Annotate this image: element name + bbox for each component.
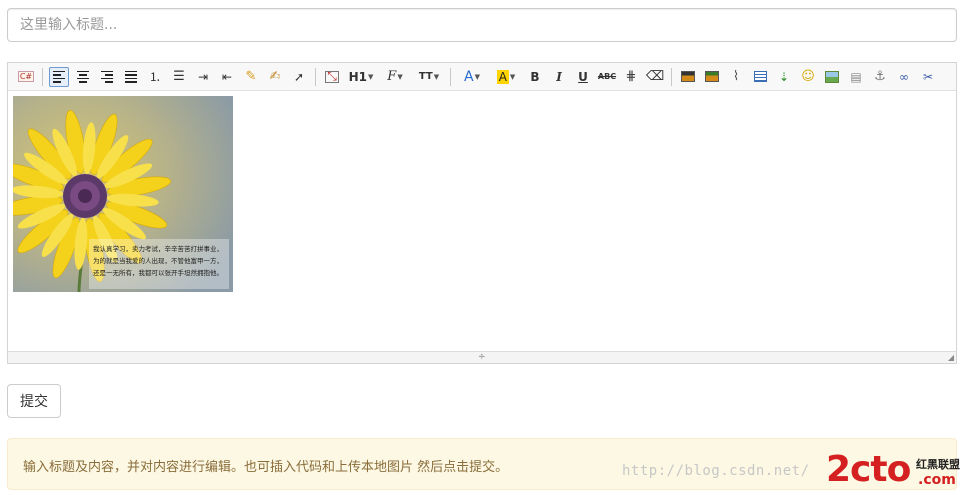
alert-text: 输入标题及内容，并对内容进行编辑。也可插入代码和上传本地图片 然后点击提交。 (23, 460, 509, 475)
chevron-down-icon: ▼ (433, 72, 440, 81)
cursor-icon: ➚ (293, 69, 305, 84)
underline-button[interactable]: U (573, 67, 593, 87)
chevron-down-icon: ▼ (397, 72, 403, 81)
outdent-icon: ⇤ (221, 69, 233, 84)
fullscreen-button[interactable]: ⤡ (322, 67, 342, 87)
chevron-down-icon: ▼ (509, 72, 516, 81)
heading-dropdown[interactable]: H1 ▼ (346, 67, 376, 87)
bold-button[interactable]: B (525, 67, 545, 87)
clear-format-button[interactable]: ✎ (241, 67, 261, 87)
emoji-button[interactable]: ☺ (798, 67, 818, 87)
page-break-icon: ▤ (850, 69, 862, 84)
editor-toolbar: C# ⒈ ☰ ⇥ ⇤ ✎ ✍ ➚ ⤡ H1 ▼ F ▼ TT ▼ A ▼ A ▼… (8, 63, 956, 91)
sunflower-image[interactable]: 我认真学习，卖力考试，辛辛苦苦打拼事业，为的就是当我爱的人出现，不管他富甲一方，… (13, 96, 233, 292)
rich-text-editor: C# ⒈ ☰ ⇥ ⇤ ✎ ✍ ➚ ⤡ H1 ▼ F ▼ TT ▼ A ▼ A ▼… (7, 62, 957, 364)
heading-label: H1 (348, 69, 367, 84)
anchor-icon: ⚓ (874, 69, 886, 84)
watermark-text: http://blog.csdn.net/ (622, 463, 810, 479)
align-right-button[interactable] (97, 67, 117, 87)
indent-icon: ⇥ (197, 69, 209, 84)
logo-tag: 红黑联盟 (916, 458, 960, 471)
images-insert-icon (705, 71, 719, 82)
link-icon: ∞ (899, 69, 909, 84)
format-painter-button[interactable]: ✍ (265, 67, 285, 87)
insert-table-button[interactable] (750, 67, 770, 87)
insert-code-button[interactable]: C# (16, 67, 36, 87)
image-caption-text: 我认真学习，卖力考试，辛辛苦苦打拼事业，为的就是当我爱的人出现，不管他富甲一方，… (93, 245, 223, 277)
unlink-icon: ✂ (922, 69, 934, 84)
unlink-button[interactable]: ✂ (918, 67, 938, 87)
horizontal-rule-button[interactable]: ⋕ (621, 67, 641, 87)
eraser-button[interactable]: ⌫ (645, 67, 665, 87)
align-justify-icon (125, 70, 137, 83)
row-insert-icon: ⇣ (778, 69, 790, 84)
italic-icon: I (556, 69, 562, 84)
chevron-down-icon: ▼ (368, 72, 374, 81)
select-button[interactable]: ➚ (289, 67, 309, 87)
ordered-list-button[interactable]: ⒈ (145, 67, 165, 87)
fullscreen-icon: ⤡ (325, 69, 339, 83)
horizontal-rule-icon: ⋕ (625, 69, 637, 84)
underline-icon: U (578, 69, 588, 84)
indent-button[interactable]: ⇥ (193, 67, 213, 87)
align-center-button[interactable] (73, 67, 93, 87)
chevron-down-icon: ▼ (474, 72, 480, 81)
ordered-list-icon: ⒈ (148, 70, 161, 84)
logo-suffix: .com (918, 472, 956, 488)
submit-button[interactable]: 提交 (7, 384, 61, 418)
link-button[interactable]: ∞ (894, 67, 914, 87)
font-color-icon: A (464, 68, 474, 85)
strikethrough-button[interactable]: ABC (597, 67, 617, 87)
align-right-icon (101, 70, 113, 83)
picture-icon (825, 70, 839, 83)
title-input[interactable] (7, 8, 957, 42)
eraser-icon: ⌫ (645, 69, 665, 84)
font-family-icon: F (387, 69, 397, 84)
unordered-list-icon: ☰ (173, 69, 185, 84)
bold-icon: B (530, 69, 540, 84)
align-left-button[interactable] (49, 66, 69, 87)
font-color-dropdown[interactable]: A ▼ (457, 67, 487, 87)
resize-corner-icon[interactable]: ◢ (948, 354, 954, 362)
font-family-dropdown[interactable]: F ▼ (380, 67, 410, 87)
align-justify-button[interactable] (121, 67, 141, 87)
insert-picture-button[interactable] (822, 67, 842, 87)
smiley-icon: ☺ (801, 69, 815, 84)
editor-content[interactable]: 我认真学习，卖力考试，辛辛苦苦打拼事业，为的就是当我爱的人出现，不管他富甲一方，… (8, 91, 956, 351)
italic-button[interactable]: I (549, 67, 569, 87)
strikethrough-icon: ABC (597, 72, 617, 81)
font-size-icon: TT (418, 71, 433, 82)
insert-image-button[interactable] (678, 67, 698, 87)
brush-icon: ✎ (245, 69, 257, 84)
font-size-dropdown[interactable]: TT ▼ (414, 67, 444, 87)
painter-icon: ✍ (269, 69, 281, 84)
background-color-dropdown[interactable]: A ▼ (491, 67, 521, 87)
editor-statusbar: ÷ ◢ (8, 351, 956, 363)
site-logo: 2cto 红黑联盟 .com (826, 450, 966, 494)
anchor-button[interactable]: ⚓ (870, 67, 890, 87)
logo-main: 2cto (826, 449, 911, 490)
code-icon: C# (17, 71, 35, 82)
resize-grip-icon[interactable]: ÷ (478, 353, 486, 362)
unordered-list-button[interactable]: ☰ (169, 67, 189, 87)
image-insert-icon (681, 71, 695, 82)
align-center-icon (77, 70, 89, 83)
paperclip-icon: ⌇ (732, 69, 740, 84)
info-alert: 输入标题及内容，并对内容进行编辑。也可插入代码和上传本地图片 然后点击提交。 (7, 438, 957, 490)
insert-row-button[interactable]: ⇣ (774, 67, 794, 87)
outdent-button[interactable]: ⇤ (217, 67, 237, 87)
insert-multi-image-button[interactable] (702, 67, 722, 87)
table-icon (753, 71, 767, 82)
highlight-icon: A (496, 69, 509, 84)
page-break-button[interactable]: ▤ (846, 67, 866, 87)
attachment-button[interactable]: ⌇ (726, 67, 746, 87)
align-left-icon (53, 70, 65, 83)
